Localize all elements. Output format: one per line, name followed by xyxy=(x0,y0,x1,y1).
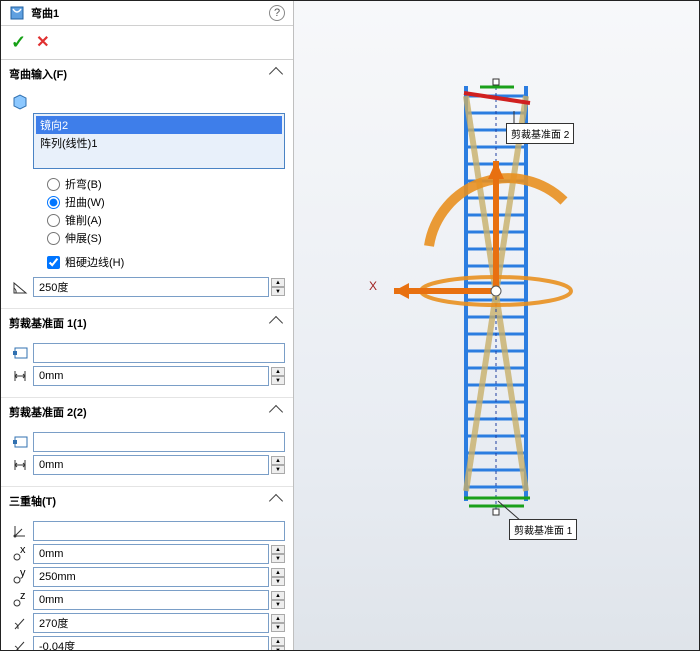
y-translate-icon: y xyxy=(9,569,33,585)
svg-text:y: y xyxy=(20,569,26,579)
radio-bend[interactable]: 折弯(B) xyxy=(47,175,285,193)
trim1-spinner[interactable]: ▲▼ xyxy=(271,367,285,385)
svg-text:x: x xyxy=(20,546,26,556)
section-flex-input: 弯曲输入(F) 镜向2 阵列(线性)1 折弯(B) 扭曲(W) 锥削(A) 伸展… xyxy=(1,60,293,309)
help-icon[interactable]: ? xyxy=(269,5,285,21)
triad-ref-icon xyxy=(9,523,33,539)
chevron-up-icon xyxy=(269,494,283,508)
z-translate-icon: z xyxy=(9,592,33,608)
y-rotate-icon xyxy=(9,638,33,650)
ok-cancel-bar: ✓ ✕ xyxy=(1,26,293,60)
plane-icon xyxy=(9,345,33,361)
triad-ry-input[interactable] xyxy=(33,636,269,650)
feature-title: 弯曲1 xyxy=(31,5,269,21)
list-item[interactable]: 阵列(线性)1 xyxy=(36,134,282,152)
trim2-face-input[interactable] xyxy=(33,432,285,452)
section-trim1: 剪裁基准面 1(1) ▲▼ xyxy=(1,309,293,398)
angle-icon xyxy=(9,279,33,295)
bodies-listbox[interactable]: 镜向2 阵列(线性)1 xyxy=(33,113,285,169)
chevron-up-icon xyxy=(269,316,283,330)
triad-ref-input[interactable] xyxy=(33,521,285,541)
callout-trim1[interactable]: 剪裁基准面 1 xyxy=(509,519,577,540)
property-panel: 弯曲1 ? ✓ ✕ 弯曲输入(F) 镜向2 阵列(线性)1 折弯(B) 扭曲 xyxy=(1,1,294,650)
trim2-spinner[interactable]: ▲▼ xyxy=(271,456,285,474)
radio-stretch[interactable]: 伸展(S) xyxy=(47,229,285,247)
checkbox-hard-edges[interactable]: 粗硬边线(H) xyxy=(47,253,285,271)
trim1-face-input[interactable] xyxy=(33,343,285,363)
section-header-trim1[interactable]: 剪裁基准面 1(1) xyxy=(1,309,293,337)
x-translate-icon: x xyxy=(9,546,33,562)
titlebar: 弯曲1 ? xyxy=(1,1,293,26)
section-trim2: 剪裁基准面 2(2) ▲▼ xyxy=(1,398,293,487)
axis-x-label: X xyxy=(369,279,377,293)
cancel-button[interactable]: ✕ xyxy=(36,32,49,53)
trim1-dist-input[interactable] xyxy=(33,366,269,386)
trim2-dist-input[interactable] xyxy=(33,455,269,475)
angle-input[interactable] xyxy=(33,277,269,297)
section-header-triad[interactable]: 三重轴(T) xyxy=(1,487,293,515)
svg-text:z: z xyxy=(20,592,26,602)
distance-icon xyxy=(9,457,33,473)
bodies-icon xyxy=(9,94,33,110)
section-header-trim2[interactable]: 剪裁基准面 2(2) xyxy=(1,398,293,426)
distance-icon xyxy=(9,368,33,384)
chevron-up-icon xyxy=(269,67,283,81)
triad-x-input[interactable] xyxy=(33,544,269,564)
callout-trim2[interactable]: 剪裁基准面 2 xyxy=(506,123,574,144)
angle-spinner[interactable]: ▲▼ xyxy=(271,278,285,296)
3d-viewport[interactable]: X 剪裁基准面 2 剪裁基准面 1 xyxy=(294,1,699,650)
plane-icon xyxy=(9,434,33,450)
model-preview xyxy=(294,1,699,650)
radio-twist[interactable]: 扭曲(W) xyxy=(47,193,285,211)
chevron-up-icon xyxy=(269,405,283,419)
radio-taper[interactable]: 锥削(A) xyxy=(47,211,285,229)
list-item[interactable]: 镜向2 xyxy=(36,116,282,134)
ok-button[interactable]: ✓ xyxy=(11,32,26,53)
x-rotate-icon xyxy=(9,615,33,631)
triad-y-input[interactable] xyxy=(33,567,269,587)
triad-z-input[interactable] xyxy=(33,590,269,610)
section-triad: 三重轴(T) x ▲▼ y ▲▼ z ▲▼ xyxy=(1,487,293,650)
flex-type-radio-group: 折弯(B) 扭曲(W) 锥削(A) 伸展(S) xyxy=(47,175,285,247)
flex-feature-icon xyxy=(9,5,25,21)
section-header-flex[interactable]: 弯曲输入(F) xyxy=(1,60,293,88)
triad-rx-input[interactable] xyxy=(33,613,269,633)
